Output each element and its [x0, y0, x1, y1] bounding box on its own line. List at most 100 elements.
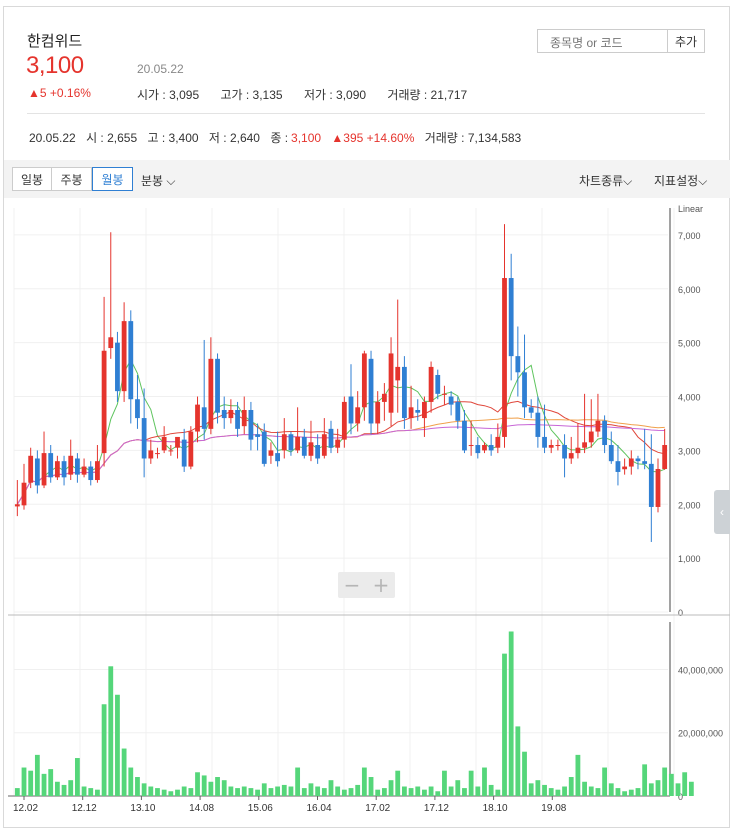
volume-bar: [248, 788, 254, 796]
volume-bar: [548, 788, 554, 796]
volume-bar: [54, 781, 60, 796]
volume-bar: [462, 788, 467, 796]
candle-body: [582, 442, 587, 448]
side-panel-toggle[interactable]: ‹: [714, 490, 730, 534]
volume-bar: [281, 784, 287, 796]
candle-body: [615, 461, 621, 472]
candle-body: [281, 434, 287, 451]
x-tick-label: 12.02: [13, 803, 38, 814]
volume-bar: [415, 786, 421, 796]
volume-bar: [608, 783, 614, 796]
volume-bar: [141, 783, 147, 796]
volume-bar: [655, 780, 661, 796]
volume-bar: [275, 786, 281, 796]
volume-bar: [315, 786, 321, 796]
candle-body: [595, 420, 601, 432]
zoom-out-button[interactable]: −: [338, 572, 366, 598]
volume-bar: [401, 786, 407, 796]
ma120-line: [16, 423, 665, 505]
volume-bar: [522, 751, 527, 796]
volume-bar: [95, 789, 100, 796]
volume-bar: [228, 786, 234, 796]
volume-bar: [568, 777, 574, 796]
volume-bar: [28, 770, 34, 796]
volume-bar: [195, 772, 200, 796]
candle-body: [95, 461, 100, 481]
volume-bar: [675, 783, 681, 796]
volume-bar: [308, 783, 314, 796]
zoom-in-button[interactable]: +: [367, 572, 395, 598]
zoom-control: − +: [338, 572, 395, 598]
ma5-line: [16, 358, 665, 505]
volume-bar: [168, 791, 174, 796]
price-tick-label: 6,000: [678, 285, 701, 295]
volume-bar: [328, 780, 334, 796]
candle-body: [608, 445, 614, 462]
volume-bar: [435, 791, 441, 796]
volume-bar: [268, 788, 274, 796]
volume-bar: [542, 784, 547, 796]
x-tick-label: 17.12: [424, 803, 449, 814]
candle-body: [502, 278, 507, 437]
volume-bar: [508, 631, 514, 796]
volume-bar: [361, 767, 367, 796]
candle-body: [241, 410, 247, 427]
candle-body: [348, 396, 354, 424]
candle-body: [148, 450, 154, 459]
volume-bar: [48, 769, 54, 796]
candle-body: [361, 353, 367, 408]
candle-body: [34, 458, 40, 486]
candle-body: [648, 463, 654, 507]
candle-body: [442, 393, 447, 395]
volume-bar: [408, 788, 414, 796]
candle-body: [662, 445, 668, 469]
volume-bar: [81, 786, 87, 796]
price-chart[interactable]: 0 1,000 2,000 3,000 4,000 5,000 6,000 7,000 Line…: [0, 0, 734, 831]
volume-bar: [101, 704, 107, 796]
candle-body: [535, 412, 541, 437]
candle-body: [275, 453, 281, 462]
x-tick-label: 14.08: [189, 803, 214, 814]
candle-body: [48, 453, 54, 478]
candle-body: [155, 453, 160, 455]
candle-body: [248, 410, 254, 440]
candle-body: [462, 420, 467, 451]
volume-bar: [528, 783, 534, 796]
candle-body: [428, 366, 434, 402]
candle-body: [455, 401, 461, 421]
candle-body: [555, 445, 561, 447]
candle-body: [388, 353, 394, 413]
scale-label: Linear: [678, 204, 703, 214]
candle-body: [422, 401, 427, 419]
volume-bar: [61, 784, 67, 796]
candle-body: [328, 428, 334, 448]
volume-bar: [515, 726, 521, 796]
volume-bar: [261, 783, 267, 796]
candle-body: [268, 450, 274, 456]
candle-body: [168, 450, 174, 452]
volume-bar: [602, 767, 608, 796]
candle-body: [355, 407, 361, 424]
candle-body: [195, 404, 200, 432]
volume-bar: [335, 786, 341, 796]
candle-body: [295, 436, 301, 451]
candle-body: [21, 482, 27, 506]
candle-body: [435, 374, 441, 394]
candle-body: [515, 356, 521, 373]
candle-body: [101, 350, 107, 454]
candle-body: [121, 321, 127, 392]
volume-bar: [74, 758, 80, 796]
candle-body: [108, 337, 114, 349]
volume-bar: [395, 770, 401, 796]
price-tick-label: 0: [678, 608, 683, 618]
x-tick-label: 13.10: [130, 803, 155, 814]
candle-body: [141, 418, 147, 459]
volume-bar: [301, 788, 307, 796]
candle-body: [635, 458, 641, 462]
candle-body: [335, 439, 341, 448]
candle-body: [448, 396, 454, 405]
candle-body: [475, 445, 481, 454]
price-tick-label: 3,000: [678, 446, 701, 456]
volume-bar: [588, 786, 594, 796]
volume-bar: [455, 780, 461, 796]
